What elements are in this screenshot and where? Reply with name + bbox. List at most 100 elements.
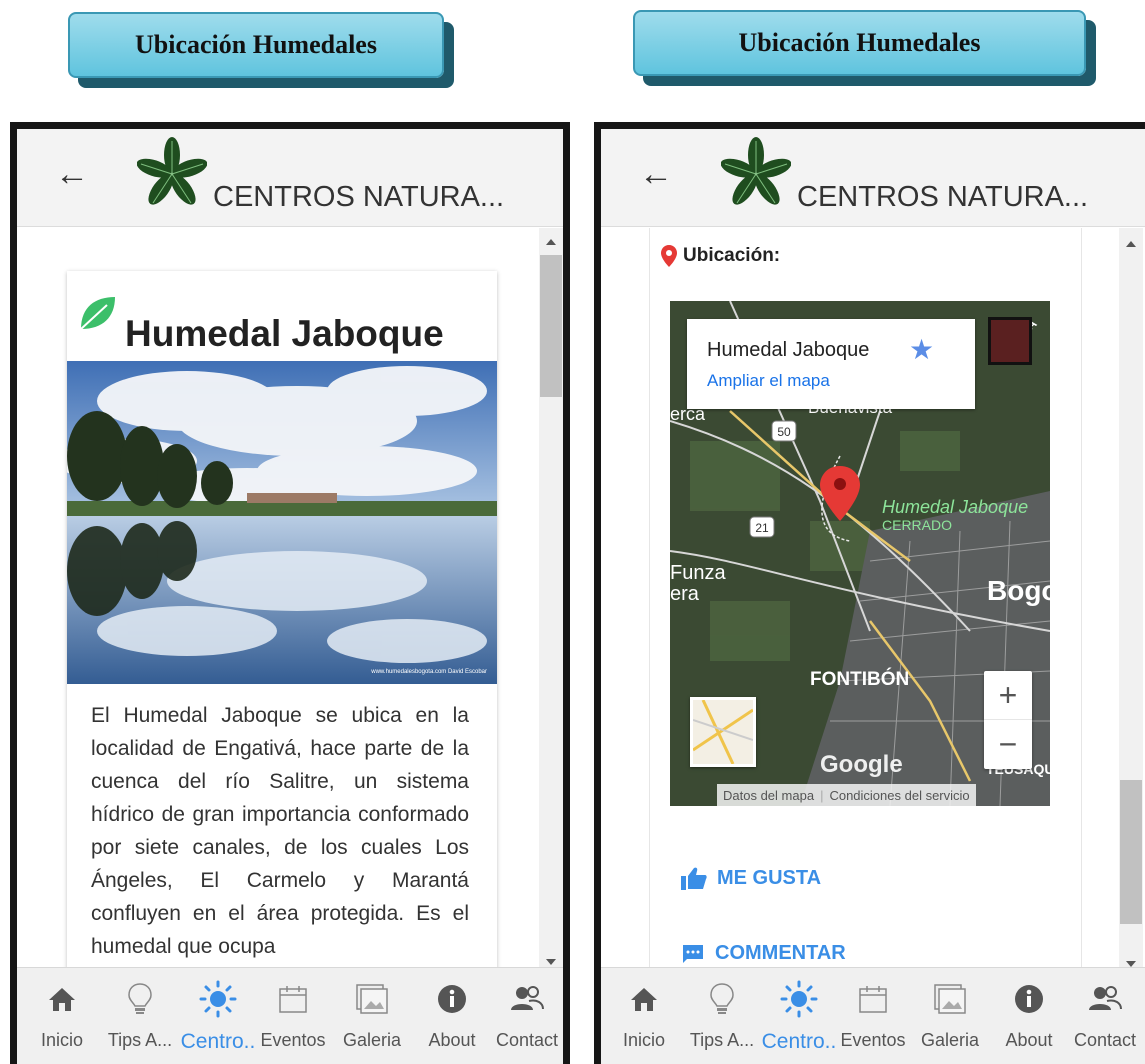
nav-label: Contact — [495, 1030, 559, 1050]
app-bar: ← CENTROS NATURA... — [601, 129, 1145, 227]
sun-icon — [199, 980, 237, 1018]
nav-label: Inicio — [40, 1030, 84, 1050]
nav-label: Galeria — [342, 1030, 402, 1050]
scroll-up-icon[interactable] — [1126, 241, 1136, 247]
nav-label: Contact — [1073, 1030, 1137, 1050]
calendar-icon — [279, 986, 307, 1013]
comment-icon — [683, 944, 703, 963]
comment-button[interactable]: COMMENTAR — [681, 942, 846, 965]
lightbulb-icon — [128, 983, 152, 1014]
nav-label: Galeria — [920, 1030, 980, 1050]
map-data-link[interactable]: Datos del mapa — [723, 788, 814, 803]
nav-item-centros[interactable]: Centro.. — [759, 980, 839, 1054]
caption-text: Ubicación Humedales — [135, 30, 377, 59]
sun-icon — [780, 980, 818, 1018]
map-type-toggle[interactable] — [690, 697, 756, 767]
nav-item-about[interactable]: About — [989, 980, 1069, 1051]
map-label-funza: Funza — [670, 562, 726, 584]
place-thumbnail[interactable] — [988, 317, 1032, 365]
scrollbar-thumb[interactable] — [1120, 780, 1142, 924]
contacts-icon — [1089, 986, 1122, 1010]
description-text: El Humedal Jaboque se ubica en la locali… — [91, 704, 469, 958]
nav-item-eventos[interactable]: Eventos — [253, 980, 333, 1051]
zoom-controls: + − — [984, 671, 1032, 769]
app-title: CENTROS NATURA... — [797, 181, 1089, 213]
gallery-icon — [356, 984, 388, 1014]
terms-link[interactable]: Condiciones del servicio — [829, 788, 969, 803]
nav-item-tips[interactable]: Tips A... — [100, 980, 180, 1051]
caption-right: Ubicación Humedales — [633, 10, 1086, 76]
map-info-title: Humedal Jaboque — [707, 339, 870, 361]
app-bar: ← CENTROS NATURA... — [17, 129, 563, 227]
map-label-bogota: Bogo — [987, 575, 1050, 606]
nav-item-contact[interactable]: Contact — [487, 980, 563, 1051]
comment-label: COMMENTAR — [715, 942, 846, 964]
like-label: ME GUSTA — [717, 866, 822, 889]
phone-screen-details: ← CENTROS NATURA... Humedal Jaboque www.… — [10, 122, 570, 1064]
back-arrow-icon[interactable]: ← — [55, 155, 89, 194]
star-icon[interactable]: ★ — [909, 333, 934, 366]
embedded-map[interactable]: 50 21 erca Buenavista Funza era Humedal … — [670, 301, 1050, 806]
nav-label: Centro.. — [761, 1030, 837, 1053]
bottom-navigation: Inicio Tips A... Centro.. Eventos Galeri… — [601, 967, 1145, 1064]
map-label-fontibon: FONTIBÓN — [810, 669, 910, 690]
app-title: CENTROS NATURA... — [213, 181, 505, 213]
zoom-out-button[interactable]: − — [984, 720, 1032, 769]
info-icon — [438, 985, 466, 1013]
nav-label: About — [1005, 1030, 1053, 1050]
nav-label: Eventos — [260, 1030, 326, 1050]
leaf-logo-icon — [721, 137, 791, 205]
card-title: Humedal Jaboque — [125, 313, 444, 354]
wetland-card: Humedal Jaboque www.humedalesbogota.com … — [67, 271, 497, 991]
location-label: Ubicación: — [683, 245, 781, 266]
scroll-down-icon[interactable] — [546, 959, 556, 965]
nav-label: Eventos — [840, 1030, 906, 1050]
route-21-label: 21 — [755, 521, 769, 535]
leaf-icon — [80, 297, 115, 330]
nav-label: Tips A... — [689, 1030, 755, 1050]
gallery-icon — [934, 984, 966, 1014]
leaf-logo-icon — [137, 137, 207, 205]
map-label-era: era — [670, 583, 699, 605]
location-pin-icon — [661, 245, 677, 272]
map-label-humedal: Humedal Jaboque — [882, 497, 1029, 517]
thumbs-up-icon — [681, 867, 707, 890]
calendar-icon — [859, 986, 887, 1013]
nav-item-centros[interactable]: Centro.. — [178, 980, 258, 1054]
nav-label: Centro.. — [180, 1030, 256, 1053]
nav-label: Inicio — [622, 1030, 666, 1050]
nav-item-galeria[interactable]: Galeria — [332, 980, 412, 1051]
like-button[interactable]: ME GUSTA — [681, 866, 821, 890]
nav-item-inicio[interactable]: Inicio — [604, 980, 684, 1051]
home-icon — [631, 988, 657, 1011]
nav-label: Tips A... — [107, 1030, 173, 1050]
map-info-box: Humedal Jaboque ★ Ampliar el mapa — [687, 319, 975, 409]
caption-left: Ubicación Humedales — [68, 12, 444, 78]
google-logo: Google — [820, 751, 903, 778]
info-icon — [1015, 985, 1043, 1013]
nav-item-eventos[interactable]: Eventos — [833, 980, 913, 1051]
scrollbar-thumb[interactable] — [540, 255, 562, 397]
back-arrow-icon[interactable]: ← — [639, 155, 673, 194]
bottom-navigation: Inicio Tips A... Centro.. Eventos Galeri… — [17, 967, 563, 1064]
footer-divider: | — [820, 787, 824, 803]
home-icon — [49, 988, 75, 1011]
route-50-label: 50 — [777, 425, 791, 439]
zoom-in-button[interactable]: + — [984, 671, 1032, 720]
nav-label: About — [428, 1030, 476, 1050]
caption-text: Ubicación Humedales — [738, 28, 981, 57]
nav-item-contact[interactable]: Contact — [1065, 980, 1145, 1051]
wetland-photo: www.humedalesbogota.com David Escobar — [67, 361, 497, 684]
map-label-cerrado: CERRADO — [882, 517, 953, 533]
map-footer: Datos del mapa | Condiciones del servici… — [717, 784, 976, 806]
nav-item-inicio[interactable]: Inicio — [22, 980, 102, 1051]
contacts-icon — [511, 986, 544, 1010]
nav-item-galeria[interactable]: Galeria — [910, 980, 990, 1051]
lightbulb-icon — [710, 983, 734, 1014]
photo-credit: www.humedalesbogota.com David Escobar — [370, 669, 487, 675]
nav-item-about[interactable]: About — [412, 980, 492, 1051]
expand-map-link[interactable]: Ampliar el mapa — [707, 371, 830, 391]
phone-screen-map: ← CENTROS NATURA... Ubicación: 50 21 erc… — [594, 122, 1145, 1064]
scroll-up-icon[interactable] — [546, 239, 556, 245]
nav-item-tips[interactable]: Tips A... — [682, 980, 762, 1051]
